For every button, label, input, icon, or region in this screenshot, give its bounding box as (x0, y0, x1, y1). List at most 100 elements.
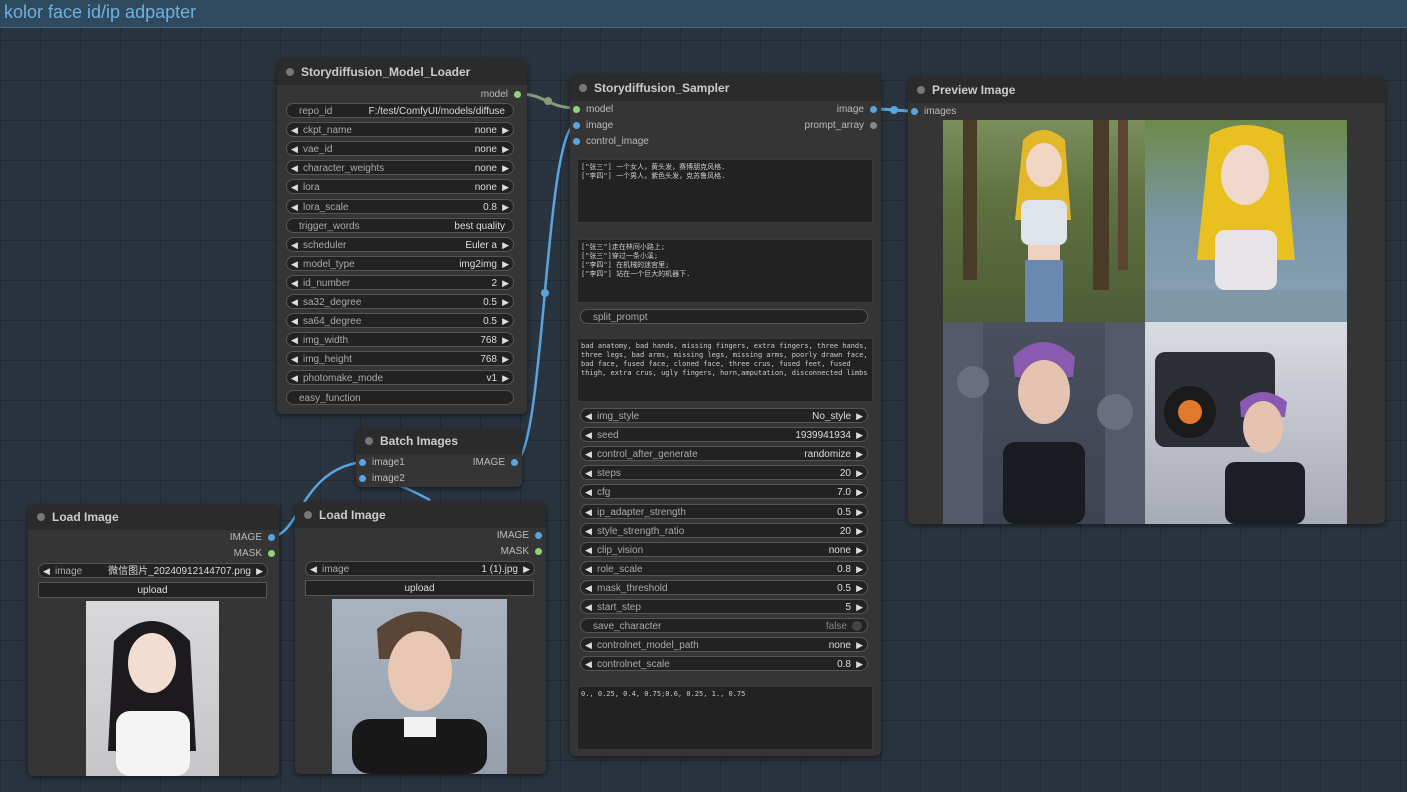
load1-upload-button[interactable]: upload (38, 582, 267, 598)
group-header[interactable]: kolor face id/ip adpapter (0, 0, 1407, 28)
combo-right-arrow-icon[interactable]: ▶ (502, 238, 509, 253)
combo-right-arrow-icon[interactable]: ▶ (856, 600, 863, 615)
combo-left-arrow-icon[interactable]: ◀ (291, 314, 298, 329)
combo-left-arrow-icon[interactable]: ◀ (291, 333, 298, 348)
combo-right-arrow-icon[interactable]: ▶ (856, 638, 863, 653)
combo-left-arrow-icon[interactable]: ◀ (291, 295, 298, 310)
combo-right-arrow-icon[interactable]: ▶ (502, 161, 509, 176)
combo-left-arrow-icon[interactable]: ◀ (291, 238, 298, 253)
combo-right-arrow-icon[interactable]: ▶ (856, 581, 863, 596)
widget-clip-vision[interactable]: ◀ clip_vision none ▶ (580, 541, 868, 557)
generated-image-2[interactable] (1145, 120, 1347, 322)
combo-left-arrow-icon[interactable]: ◀ (585, 428, 592, 443)
generated-image-4[interactable] (1145, 322, 1347, 524)
combo-right-arrow-icon[interactable]: ▶ (502, 352, 509, 367)
sampler-input-model[interactable]: model (573, 104, 613, 115)
combo-right-arrow-icon[interactable]: ▶ (502, 314, 509, 329)
combo-right-arrow-icon[interactable]: ▶ (502, 200, 509, 215)
sampler-input-control-image[interactable]: control_image (573, 136, 649, 147)
widget-controlnet-model-path[interactable]: ◀ controlnet_model_path none ▶ (580, 637, 868, 653)
schedule-textarea[interactable]: 0., 0.25, 0.4, 0.75;0.6, 0.25, 1., 0.75 (577, 686, 873, 750)
output-dot[interactable] (511, 459, 518, 466)
widget-model-type[interactable]: ◀ model_type img2img ▶ (286, 255, 514, 272)
widget-style-strength-ratio[interactable]: ◀ style_strength_ratio 20 ▶ (580, 522, 868, 539)
node-collapse-dot[interactable] (304, 511, 312, 519)
sampler-output-image[interactable]: image (837, 104, 877, 115)
model-output-dot[interactable] (514, 91, 521, 98)
combo-left-arrow-icon[interactable]: ◀ (291, 180, 298, 195)
combo-right-arrow-icon[interactable]: ▶ (856, 466, 863, 481)
scene-prompt-textarea[interactable]: ["张三"]走在林间小路上; ["张三"]穿过一条小溪; ["李四"] 在机械的… (577, 239, 873, 303)
load2-output-mask[interactable]: MASK (501, 546, 542, 557)
batch-images-node[interactable]: Batch Images image1 image2 IMAGE (356, 428, 522, 487)
widget-vae-id[interactable]: ◀ vae_id none ▶ (286, 141, 514, 157)
combo-right-arrow-icon[interactable]: ▶ (502, 333, 509, 348)
combo-left-arrow-icon[interactable]: ◀ (585, 638, 592, 653)
combo-left-arrow-icon[interactable]: ◀ (585, 524, 592, 539)
widget-save-character[interactable]: save_character false (580, 618, 868, 634)
widget-ckpt-name[interactable]: ◀ ckpt_name none ▶ (286, 122, 514, 138)
combo-right-arrow-icon[interactable]: ▶ (502, 371, 509, 386)
input-dot[interactable] (911, 108, 918, 115)
widget-lora[interactable]: ◀ lora none ▶ (286, 179, 514, 195)
preview-image-node[interactable]: Preview Image images (908, 77, 1385, 524)
node-collapse-dot[interactable] (579, 84, 587, 92)
widget-id-number[interactable]: ◀ id_number 2 ▶ (286, 274, 514, 291)
widget-ip-adapter-strength[interactable]: ◀ ip_adapter_strength 0.5 ▶ (580, 503, 868, 520)
widget-mask-threshold[interactable]: ◀ mask_threshold 0.5 ▶ (580, 579, 868, 596)
sampler-input-image[interactable]: image (573, 120, 613, 131)
combo-right-arrow-icon[interactable]: ▶ (856, 524, 863, 539)
widget-control-after-generate[interactable]: ◀ control_after_generate randomize ▶ (580, 446, 868, 462)
load1-output-image[interactable]: IMAGE (230, 532, 275, 543)
output-dot[interactable] (535, 532, 542, 539)
input-dot[interactable] (359, 475, 366, 482)
combo-left-arrow-icon[interactable]: ◀ (291, 352, 298, 367)
sampler-node[interactable]: Storydiffusion_Sampler model image contr… (570, 75, 881, 756)
batch-title[interactable]: Batch Images (356, 428, 522, 454)
widget-role-scale[interactable]: ◀ role_scale 0.8 ▶ (580, 560, 868, 577)
output-dot[interactable] (268, 534, 275, 541)
combo-right-arrow-icon[interactable]: ▶ (502, 276, 509, 291)
widget-trigger-words[interactable]: trigger_words best quality (286, 217, 514, 233)
combo-left-arrow-icon[interactable]: ◀ (291, 142, 298, 157)
widget-cfg[interactable]: ◀ cfg 7.0 ▶ (580, 484, 868, 500)
load2-title[interactable]: Load Image (295, 502, 546, 528)
combo-left-arrow-icon[interactable]: ◀ (585, 562, 592, 577)
load-image-node-2[interactable]: Load Image IMAGE MASK ◀ image 1 (1).jpg … (295, 502, 546, 774)
combo-left-arrow-icon[interactable]: ◀ (291, 276, 298, 291)
input-dot[interactable] (573, 106, 580, 113)
combo-right-arrow-icon[interactable]: ▶ (502, 123, 509, 138)
widget-start-step[interactable]: ◀ start_step 5 ▶ (580, 599, 868, 614)
load2-output-image[interactable]: IMAGE (497, 530, 542, 541)
model-loader-node[interactable]: Storydiffusion_Model_Loader model repo_i… (277, 59, 527, 414)
widget-steps[interactable]: ◀ steps 20 ▶ (580, 465, 868, 481)
widget-scheduler[interactable]: ◀ scheduler Euler a ▶ (286, 236, 514, 253)
widget-img-width[interactable]: ◀ img_width 768 ▶ (286, 332, 514, 348)
load1-title[interactable]: Load Image (28, 504, 279, 530)
combo-right-arrow-icon[interactable]: ▶ (502, 142, 509, 157)
model-loader-title[interactable]: Storydiffusion_Model_Loader (277, 59, 527, 85)
widget-img-height[interactable]: ◀ img_height 768 ▶ (286, 351, 514, 367)
combo-left-arrow-icon[interactable]: ◀ (291, 123, 298, 138)
combo-left-arrow-icon[interactable]: ◀ (43, 564, 50, 579)
combo-right-arrow-icon[interactable]: ▶ (856, 447, 863, 462)
combo-left-arrow-icon[interactable]: ◀ (291, 200, 298, 215)
combo-left-arrow-icon[interactable]: ◀ (585, 447, 592, 462)
output-dot[interactable] (870, 122, 877, 129)
load-image-node-1[interactable]: Load Image IMAGE MASK ◀ image 微信图片_20240… (28, 504, 279, 776)
input-dot[interactable] (573, 122, 580, 129)
combo-left-arrow-icon[interactable]: ◀ (585, 409, 592, 424)
combo-right-arrow-icon[interactable]: ▶ (523, 562, 530, 577)
combo-left-arrow-icon[interactable]: ◀ (585, 466, 592, 481)
batch-input-image2[interactable]: image2 (359, 473, 405, 484)
combo-left-arrow-icon[interactable]: ◀ (310, 562, 317, 577)
node-collapse-dot[interactable] (365, 437, 373, 445)
batch-input-image1[interactable]: image1 (359, 457, 405, 468)
load2-image-combo[interactable]: ◀ image 1 (1).jpg ▶ (305, 561, 535, 576)
widget-easy-function[interactable]: easy_function (286, 389, 514, 405)
combo-left-arrow-icon[interactable]: ◀ (291, 257, 298, 272)
generated-image-1[interactable] (943, 120, 1145, 322)
node-collapse-dot[interactable] (917, 86, 925, 94)
combo-right-arrow-icon[interactable]: ▶ (256, 564, 263, 579)
combo-right-arrow-icon[interactable]: ▶ (856, 505, 863, 520)
